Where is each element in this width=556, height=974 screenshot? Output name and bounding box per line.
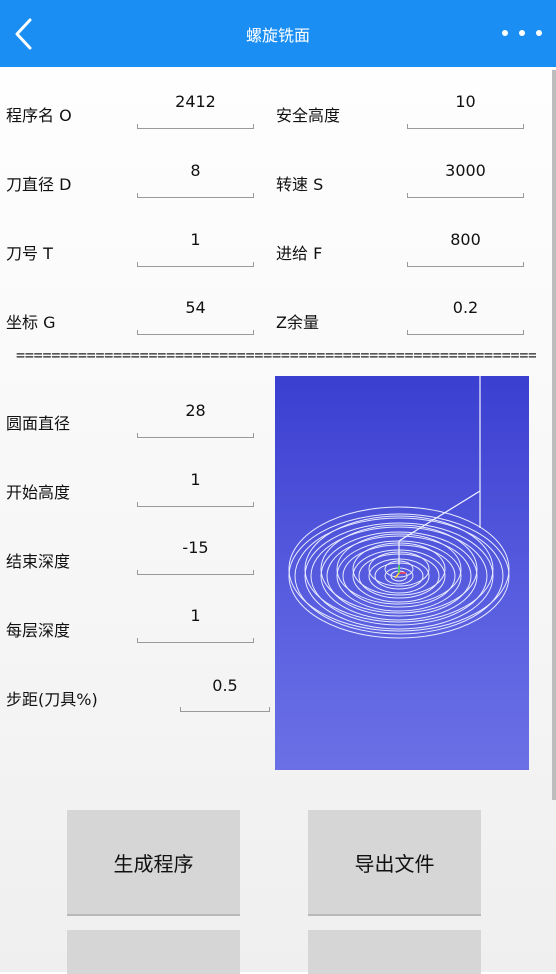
z-allowance-label: Z余量 [276, 313, 319, 332]
scrollbar[interactable] [552, 70, 556, 800]
more-horizontal-icon[interactable] [502, 27, 542, 39]
generate-program-button[interactable]: 生成程序 [67, 810, 240, 916]
safe-height-label: 安全高度 [276, 106, 341, 125]
start-height-input[interactable]: 1 [137, 470, 254, 489]
start-height-label: 开始高度 [6, 483, 71, 502]
face-diameter-label: 圆面直径 [6, 414, 71, 433]
program-name-underline [137, 124, 254, 129]
coordinate-label: 坐标 G [6, 313, 56, 332]
face-diameter-underline [137, 433, 254, 438]
feed-rate-underline [407, 262, 524, 267]
tool-diameter-underline [137, 193, 254, 198]
app-bar: 螺旋铣面 [0, 0, 556, 67]
section-divider: ========================================… [16, 346, 536, 364]
tool-number-label: 刀号 T [6, 244, 53, 263]
stepover-label: 步距(刀具%) [6, 690, 98, 709]
spindle-speed-input[interactable]: 3000 [407, 161, 524, 180]
end-depth-input[interactable]: -15 [137, 538, 254, 557]
end-depth-label: 结束深度 [6, 552, 71, 571]
z-allowance-input[interactable]: 0.2 [407, 298, 524, 317]
stepover-underline [180, 707, 270, 712]
feed-rate-input[interactable]: 800 [407, 230, 524, 249]
spiral-toolpath-drawing [288, 376, 510, 639]
layer-depth-label: 每层深度 [6, 621, 71, 640]
tool-diameter-label: 刀直径 D [6, 175, 72, 194]
program-name-label: 程序名 O [6, 106, 72, 125]
additional-button-right[interactable] [308, 930, 481, 974]
export-file-button[interactable]: 导出文件 [308, 810, 481, 916]
feed-rate-label: 进给 F [276, 244, 323, 263]
toolpath-preview[interactable] [275, 376, 529, 770]
spindle-speed-underline [407, 193, 524, 198]
safe-height-underline [407, 124, 524, 129]
face-diameter-input[interactable]: 28 [137, 401, 254, 420]
tool-number-input[interactable]: 1 [137, 230, 254, 249]
end-depth-underline [137, 570, 254, 575]
tool-diameter-input[interactable]: 8 [137, 161, 254, 180]
tool-number-underline [137, 262, 254, 267]
program-name-input[interactable]: 2412 [137, 92, 254, 111]
layer-depth-underline [137, 638, 254, 643]
start-height-underline [137, 502, 254, 507]
page-title: 螺旋铣面 [245, 26, 310, 45]
additional-button-left[interactable] [67, 930, 240, 974]
spindle-speed-label: 转速 S [276, 175, 324, 194]
z-allowance-underline [407, 330, 524, 335]
layer-depth-input[interactable]: 1 [137, 606, 254, 625]
coordinate-underline [137, 330, 254, 335]
safe-height-input[interactable]: 10 [407, 92, 524, 111]
stepover-input[interactable]: 0.5 [180, 676, 270, 695]
coordinate-input[interactable]: 54 [137, 298, 254, 317]
